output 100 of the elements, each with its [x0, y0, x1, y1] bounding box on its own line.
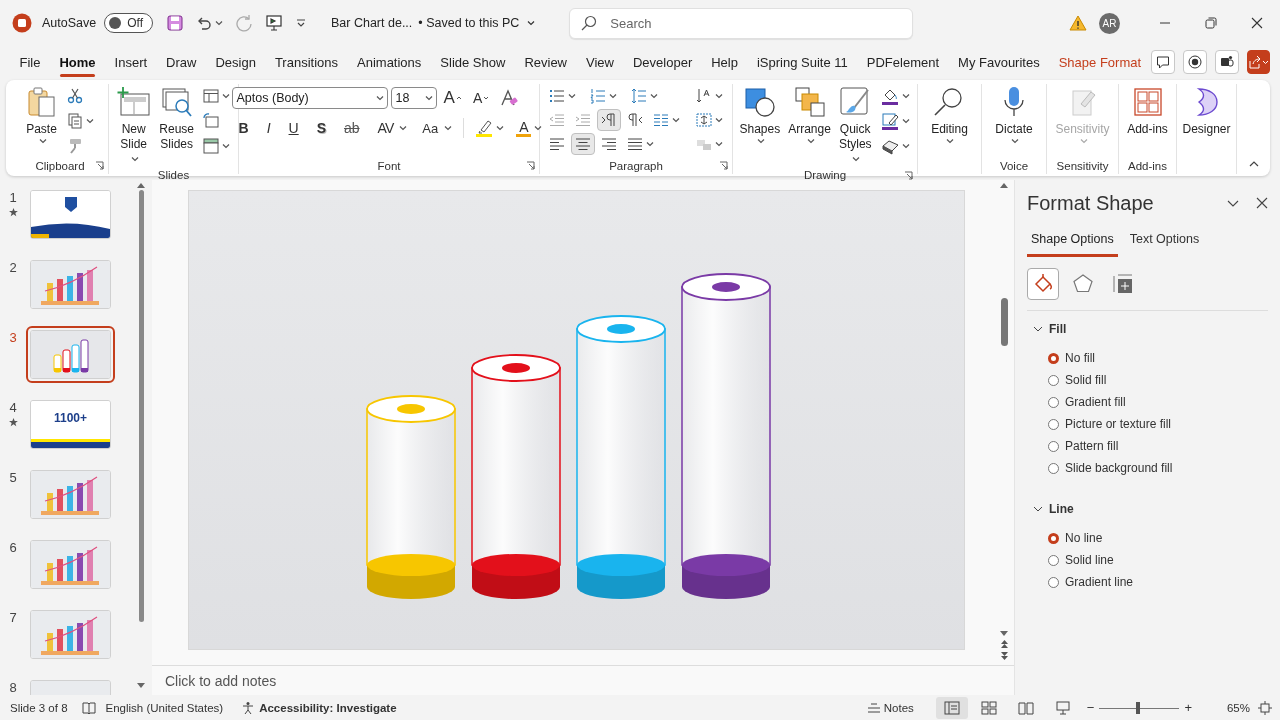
customize-toolbar-icon[interactable]	[295, 17, 307, 29]
decrease-font-size-button[interactable]: A	[468, 87, 494, 109]
change-case-button[interactable]: Aa	[415, 117, 457, 139]
radio-button[interactable]	[1048, 374, 1059, 386]
menu-tab[interactable]: Insert	[105, 47, 157, 77]
editing-button[interactable]: Editing	[928, 84, 971, 147]
zoom-in-button[interactable]: +	[1181, 700, 1195, 715]
menu-tab[interactable]: Slide Show	[430, 47, 515, 77]
quick-styles-button[interactable]: Quick Styles	[835, 84, 875, 169]
notes-field[interactable]: Click to add notes	[160, 670, 470, 691]
new-slide-button[interactable]: New Slide	[113, 84, 155, 169]
accessibility-status[interactable]: Accessibility: Investigate	[259, 701, 397, 714]
radio-option[interactable]: No fill	[1048, 347, 1095, 369]
bold-button[interactable]: B	[231, 117, 256, 139]
add-ins-button[interactable]: Add-ins	[1124, 84, 1171, 139]
notes-button[interactable]: Notes	[866, 701, 914, 714]
save-icon[interactable]	[167, 15, 183, 31]
radio-option[interactable]: Solid fill	[1048, 369, 1107, 391]
font-color-button[interactable]: A	[512, 117, 547, 139]
restore-icon[interactable]	[1205, 17, 1217, 29]
radio-button[interactable]	[1048, 440, 1059, 452]
radio-button[interactable]	[1048, 554, 1059, 566]
fit-to-window-icon[interactable]	[1258, 700, 1272, 715]
italic-button[interactable]: I	[259, 117, 278, 139]
comments-button[interactable]	[1150, 50, 1175, 74]
scrollbar-thumb[interactable]	[138, 190, 144, 622]
radio-option[interactable]: Solid line	[1048, 549, 1114, 571]
spelling-check-icon[interactable]	[81, 700, 96, 715]
text-shadow-button[interactable]: S	[309, 117, 333, 139]
menu-tab[interactable]: Review	[514, 47, 577, 77]
menu-tab[interactable]: Animations	[347, 47, 431, 77]
radio-button[interactable]	[1048, 532, 1059, 544]
menu-tab[interactable]: Draw	[156, 47, 206, 77]
pane-tab[interactable]: Shape Options	[1027, 228, 1118, 257]
section-header[interactable]: Fill	[1027, 319, 1073, 339]
section-header[interactable]: Line	[1027, 499, 1080, 519]
close-icon[interactable]	[1256, 197, 1268, 209]
menu-tab[interactable]: Home	[49, 47, 106, 77]
pane-icon-tab[interactable]	[1027, 268, 1059, 300]
avatar[interactable]: AR	[1099, 12, 1120, 34]
scrollbar[interactable]	[136, 182, 146, 689]
next-slide-icon[interactable]	[999, 651, 1009, 661]
radio-option[interactable]: Slide background fill	[1048, 457, 1173, 479]
text-direction-toggle[interactable]	[597, 109, 621, 131]
dialog-launcher-icon[interactable]	[904, 170, 913, 180]
accessibility-icon[interactable]	[241, 700, 256, 715]
scrollbar-thumb[interactable]	[1000, 298, 1008, 346]
radio-button[interactable]	[1048, 352, 1059, 364]
menu-tab[interactable]: Developer	[623, 47, 702, 77]
menu-tab[interactable]: iSpring Suite 11	[747, 47, 858, 77]
projector-screen-icon[interactable]	[265, 14, 283, 32]
menu-tab[interactable]: Design	[205, 47, 266, 77]
radio-option[interactable]: Pattern fill	[1048, 435, 1119, 457]
radio-option[interactable]: Gradient line	[1048, 571, 1134, 593]
radio-button[interactable]	[1048, 418, 1059, 430]
increase-font-size-button[interactable]: A	[439, 87, 466, 109]
zoom-slider-thumb[interactable]	[1135, 701, 1140, 714]
close-icon[interactable]	[1251, 17, 1263, 29]
reuse-slides-button[interactable]: Reuse Slides	[156, 84, 197, 154]
arrange-button[interactable]: Arrange	[785, 84, 834, 147]
dialog-launcher-icon[interactable]	[719, 161, 728, 170]
radio-option[interactable]: Picture or texture fill	[1048, 413, 1172, 435]
designer-button[interactable]: Designer	[1179, 84, 1234, 139]
underline-button[interactable]: U	[281, 117, 306, 139]
font-name-dropdown[interactable]: Aptos (Body)	[231, 87, 388, 109]
menu-tab[interactable]: Shape Format	[1049, 47, 1151, 77]
zoom-out-button[interactable]: −	[1083, 700, 1098, 715]
shapes-button[interactable]: Shapes	[736, 84, 784, 147]
menu-tab[interactable]: View	[576, 47, 624, 77]
language-label[interactable]: English (United States)	[105, 701, 224, 714]
zoom-percentage[interactable]: 65%	[1226, 701, 1250, 714]
menu-tab[interactable]: File	[10, 47, 50, 77]
dialog-launcher-icon[interactable]	[95, 161, 104, 170]
view-button[interactable]	[935, 696, 968, 719]
document-title-button[interactable]: Bar Chart de... • Saved to this PC	[327, 12, 540, 34]
radio-option[interactable]: No line	[1048, 527, 1103, 549]
radio-option[interactable]: Gradient fill	[1048, 391, 1126, 413]
character-spacing-button[interactable]: AV	[370, 117, 412, 139]
record-button[interactable]	[1182, 50, 1207, 74]
menu-tab[interactable]: Transitions	[265, 47, 348, 77]
dialog-launcher-icon[interactable]	[526, 161, 535, 170]
menu-tab[interactable]: Help	[701, 47, 748, 77]
previous-slide-icon[interactable]	[999, 639, 1009, 649]
radio-button[interactable]	[1048, 396, 1059, 408]
dictate-button[interactable]: Dictate	[992, 84, 1036, 147]
menu-tab[interactable]: PDFelement	[857, 47, 949, 77]
pane-tab[interactable]: Text Options	[1125, 228, 1204, 257]
zoom-slider[interactable]	[1099, 701, 1180, 714]
search-field[interactable]: Search	[569, 7, 914, 39]
radio-button[interactable]	[1048, 576, 1059, 588]
teams-button[interactable]	[1214, 50, 1239, 74]
paste-button[interactable]: Paste	[22, 84, 61, 147]
menu-tab[interactable]: My Favourites	[948, 47, 1050, 77]
radio-button[interactable]	[1048, 462, 1059, 474]
font-size-dropdown[interactable]: 18	[390, 87, 437, 109]
app-logo-icon[interactable]	[12, 13, 32, 33]
share-button[interactable]	[1247, 50, 1270, 74]
strikethrough-button[interactable]: ab	[337, 117, 367, 139]
autosave-toggle[interactable]: Off	[104, 13, 153, 33]
alignment-button[interactable]	[571, 133, 595, 155]
